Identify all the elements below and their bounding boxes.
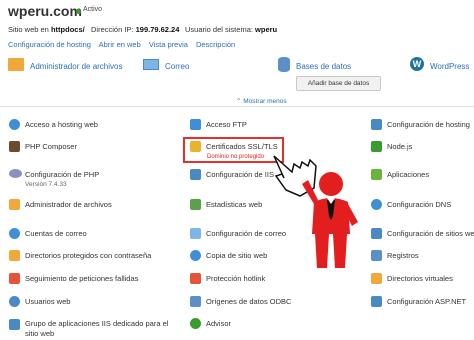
folder-icon bbox=[8, 58, 24, 71]
tool-aspnet-settings[interactable]: Configuración ASP.NET bbox=[387, 297, 466, 306]
database-icon bbox=[278, 57, 290, 72]
tool-iis-app-pool[interactable]: Grupo de aplicaciones IIS dedicado para … bbox=[25, 319, 168, 328]
ftp-icon bbox=[190, 119, 201, 130]
tool-mail-accounts[interactable]: Cuentas de correo bbox=[25, 229, 87, 238]
stats-icon bbox=[190, 199, 201, 210]
status-text: Activo bbox=[83, 6, 103, 13]
website-info: Sitio web en httpdocs/ bbox=[8, 25, 85, 34]
ssl-highlight-box bbox=[183, 137, 284, 163]
mail-settings-icon bbox=[190, 228, 201, 239]
php-icon bbox=[9, 169, 22, 178]
tool-logs[interactable]: Registros bbox=[387, 251, 419, 260]
businessman-figure-icon bbox=[302, 172, 358, 268]
website-path-link[interactable]: httpdocs/ bbox=[51, 25, 85, 34]
wordpress-link[interactable]: WordPress bbox=[430, 62, 469, 71]
tool-dns-settings[interactable]: Configuración DNS bbox=[387, 200, 451, 209]
advisor-icon bbox=[190, 318, 201, 329]
tool-advisor[interactable]: Advisor bbox=[206, 319, 231, 328]
tool-protected-dirs[interactable]: Directorios protegidos con contraseña bbox=[25, 251, 151, 260]
wordpress-icon: W bbox=[410, 57, 424, 71]
tool-hotlink-protection[interactable]: Protección hotlink bbox=[206, 274, 265, 283]
tool-applications[interactable]: Aplicaciones bbox=[387, 170, 429, 179]
hotlink-icon bbox=[190, 273, 201, 284]
logs-icon bbox=[371, 250, 382, 261]
users-icon bbox=[9, 296, 20, 307]
failed-requests-icon bbox=[9, 273, 20, 284]
tool-iis-app-pool-line2: sitio web bbox=[25, 329, 55, 338]
mail-icon bbox=[143, 59, 159, 70]
preview-link[interactable]: Vista previa bbox=[149, 40, 188, 49]
tool-php-settings[interactable]: Configuración de PHP bbox=[25, 170, 99, 179]
iis-settings-icon bbox=[190, 169, 201, 180]
tool-virtual-directories[interactable]: Directorios virtuales bbox=[387, 274, 453, 283]
databases-link[interactable]: Bases de datos bbox=[296, 62, 351, 71]
apps-icon bbox=[371, 169, 382, 180]
divider bbox=[0, 106, 474, 107]
tool-file-manager[interactable]: Administrador de archivos bbox=[25, 200, 112, 209]
folder-icon bbox=[9, 199, 20, 210]
at-sign-icon bbox=[9, 228, 20, 239]
globe-lock-icon bbox=[9, 119, 20, 130]
system-user-info: Usuario del sistema: wperu bbox=[185, 25, 278, 34]
tool-mail-settings[interactable]: Configuración de correo bbox=[206, 229, 286, 238]
nodejs-icon bbox=[371, 141, 382, 152]
hosting-settings-link[interactable]: Configuración de hosting bbox=[8, 40, 91, 49]
open-web-link[interactable]: Abrir en web bbox=[99, 40, 141, 49]
site-settings-icon bbox=[371, 228, 382, 239]
app-pool-icon bbox=[9, 319, 20, 330]
hosting-settings-icon bbox=[371, 119, 382, 130]
file-manager-link[interactable]: Administrador de archivos bbox=[30, 62, 122, 71]
tool-web-users[interactable]: Usuarios web bbox=[25, 297, 70, 306]
dns-icon bbox=[371, 199, 382, 210]
tool-website-settings[interactable]: Configuración de sitios web bbox=[387, 229, 474, 238]
tool-iis-settings[interactable]: Configuración de IIS bbox=[206, 170, 274, 179]
site-title: wperu.com bbox=[8, 3, 82, 19]
quick-links: Configuración de hosting Abrir en web Vi… bbox=[8, 40, 241, 49]
website-copy-icon bbox=[190, 250, 201, 261]
tool-website-copy[interactable]: Copia de sitio web bbox=[206, 251, 267, 260]
ip-info: Dirección IP: 199.79.62.24 bbox=[91, 25, 180, 34]
tool-ftp-access[interactable]: Acceso FTP bbox=[206, 120, 247, 129]
tool-failed-request-tracing[interactable]: Seguimiento de peticiones fallidas bbox=[25, 274, 138, 283]
odbc-icon bbox=[190, 296, 201, 307]
status-indicator bbox=[76, 9, 81, 14]
tool-web-stats[interactable]: Estadísticas web bbox=[206, 200, 262, 209]
tool-nodejs[interactable]: Node.js bbox=[387, 142, 412, 151]
show-less-toggle[interactable]: ⌃ Mostrar menos bbox=[236, 97, 287, 105]
tool-php-composer[interactable]: PHP Composer bbox=[25, 142, 77, 151]
locked-folder-icon bbox=[9, 250, 20, 261]
tool-odbc[interactable]: Orígenes de datos ODBC bbox=[206, 297, 291, 306]
tool-web-hosting-access[interactable]: Acceso a hosting web bbox=[25, 120, 98, 129]
tool-hosting-settings[interactable]: Configuración de hosting bbox=[387, 120, 470, 129]
aspnet-icon bbox=[371, 296, 382, 307]
description-link[interactable]: Descripción bbox=[196, 40, 235, 49]
virtual-dirs-icon bbox=[371, 273, 382, 284]
add-database-button[interactable]: Añadir base de datos bbox=[296, 76, 381, 91]
php-version: Versión 7.4.33 bbox=[25, 181, 67, 188]
composer-icon bbox=[9, 141, 20, 152]
mail-link[interactable]: Correo bbox=[165, 62, 189, 71]
